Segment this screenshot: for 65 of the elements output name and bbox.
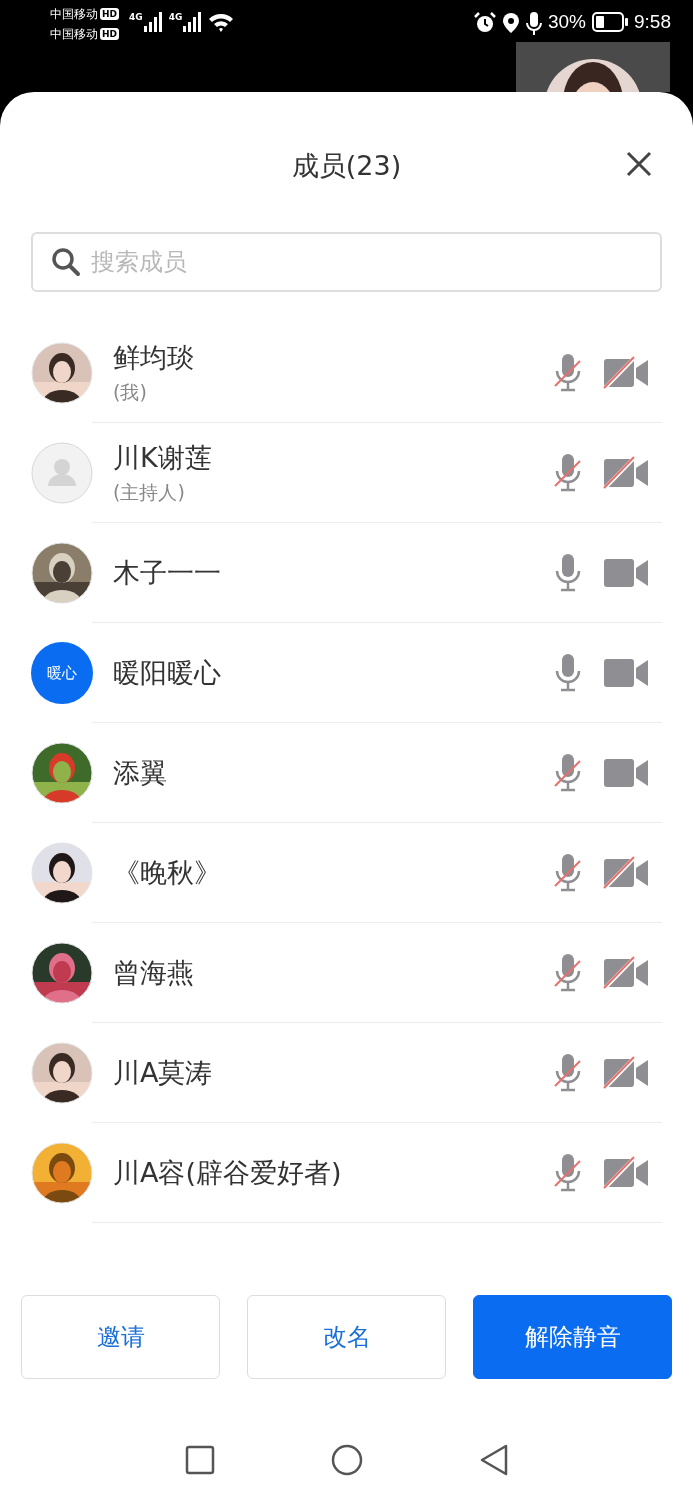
battery-percent: 30%	[548, 11, 586, 33]
camera-off-icon[interactable]	[603, 1156, 651, 1190]
location-icon	[502, 12, 520, 34]
hd-badge: HD	[100, 28, 119, 40]
member-name: 《晚秋》	[113, 856, 222, 890]
muted-microphone-icon[interactable]	[553, 753, 583, 793]
camera-off-icon[interactable]	[603, 956, 651, 990]
video-camera-icon[interactable]	[603, 656, 651, 690]
hd-badge: HD	[100, 8, 119, 20]
clock: 9:58	[634, 11, 671, 33]
muted-microphone-icon[interactable]	[553, 853, 583, 893]
wifi-icon	[208, 12, 235, 32]
member-name: 暖阳暖心	[113, 656, 222, 690]
sheet-title: 成员(23)	[291, 149, 402, 183]
camera-off-icon[interactable]	[603, 356, 651, 390]
member-row[interactable]: 暖心 暖阳暖心	[0, 623, 693, 723]
search-input[interactable]: 搜索成员	[89, 247, 646, 277]
microphone-icon[interactable]	[553, 553, 583, 593]
muted-microphone-icon[interactable]	[553, 953, 583, 993]
member-row[interactable]: 川A莫涛	[0, 1023, 693, 1123]
battery-icon	[592, 12, 628, 32]
default-avatar-icon	[31, 442, 93, 504]
muted-microphone-icon[interactable]	[553, 1053, 583, 1093]
camera-off-icon[interactable]	[603, 1056, 651, 1090]
carrier-name: 中国移动	[50, 6, 98, 23]
member-row[interactable]: 添翼	[0, 723, 693, 823]
member-name: 鲜均琰	[113, 341, 195, 375]
carrier-name: 中国移动	[50, 26, 98, 43]
member-row[interactable]: 川A容(辟谷爱好者)	[0, 1123, 693, 1223]
microphone-icon[interactable]	[553, 653, 583, 693]
action-button[interactable]: 邀请	[21, 1295, 220, 1379]
unmute-button[interactable]: 解除静音	[473, 1295, 672, 1379]
recent-apps-icon[interactable]	[183, 1444, 216, 1476]
muted-microphone-icon[interactable]	[553, 1153, 583, 1193]
home-icon[interactable]	[329, 1443, 364, 1477]
video-camera-icon[interactable]	[603, 556, 651, 590]
close-button[interactable]	[625, 150, 653, 178]
signal-icon	[142, 12, 163, 32]
microphone-icon	[526, 12, 542, 36]
member-row[interactable]: 木子一一	[0, 523, 693, 623]
member-name: 曾海燕	[113, 956, 195, 990]
member-row[interactable]: 鲜均琰 (我)	[0, 323, 693, 423]
member-name: 川A容(辟谷爱好者)	[113, 1156, 343, 1190]
network-type: 4G	[168, 12, 183, 22]
member-role: (主持人)	[113, 480, 186, 505]
muted-microphone-icon[interactable]	[553, 453, 583, 493]
alarm-icon	[474, 12, 496, 34]
signal-icon	[182, 12, 203, 32]
video-camera-icon[interactable]	[603, 756, 651, 790]
action-button[interactable]: 改名	[247, 1295, 446, 1379]
network-type: 4G	[129, 12, 143, 22]
member-name: 添翼	[113, 756, 168, 790]
search-icon	[51, 247, 81, 277]
member-row[interactable]: 川K谢莲 (主持人)	[0, 423, 693, 523]
member-row[interactable]: 《晚秋》	[0, 823, 693, 923]
muted-microphone-icon[interactable]	[553, 353, 583, 393]
member-name: 川A莫涛	[113, 1056, 214, 1090]
member-row[interactable]: 曾海燕	[0, 923, 693, 1023]
member-role: (我)	[113, 380, 148, 405]
camera-off-icon[interactable]	[603, 856, 651, 890]
search-field[interactable]: 搜索成员	[31, 232, 662, 292]
member-name: 木子一一	[113, 556, 222, 590]
member-name: 川K谢莲	[113, 441, 213, 475]
camera-off-icon[interactable]	[603, 456, 651, 490]
avatar: 暖心	[31, 642, 93, 704]
